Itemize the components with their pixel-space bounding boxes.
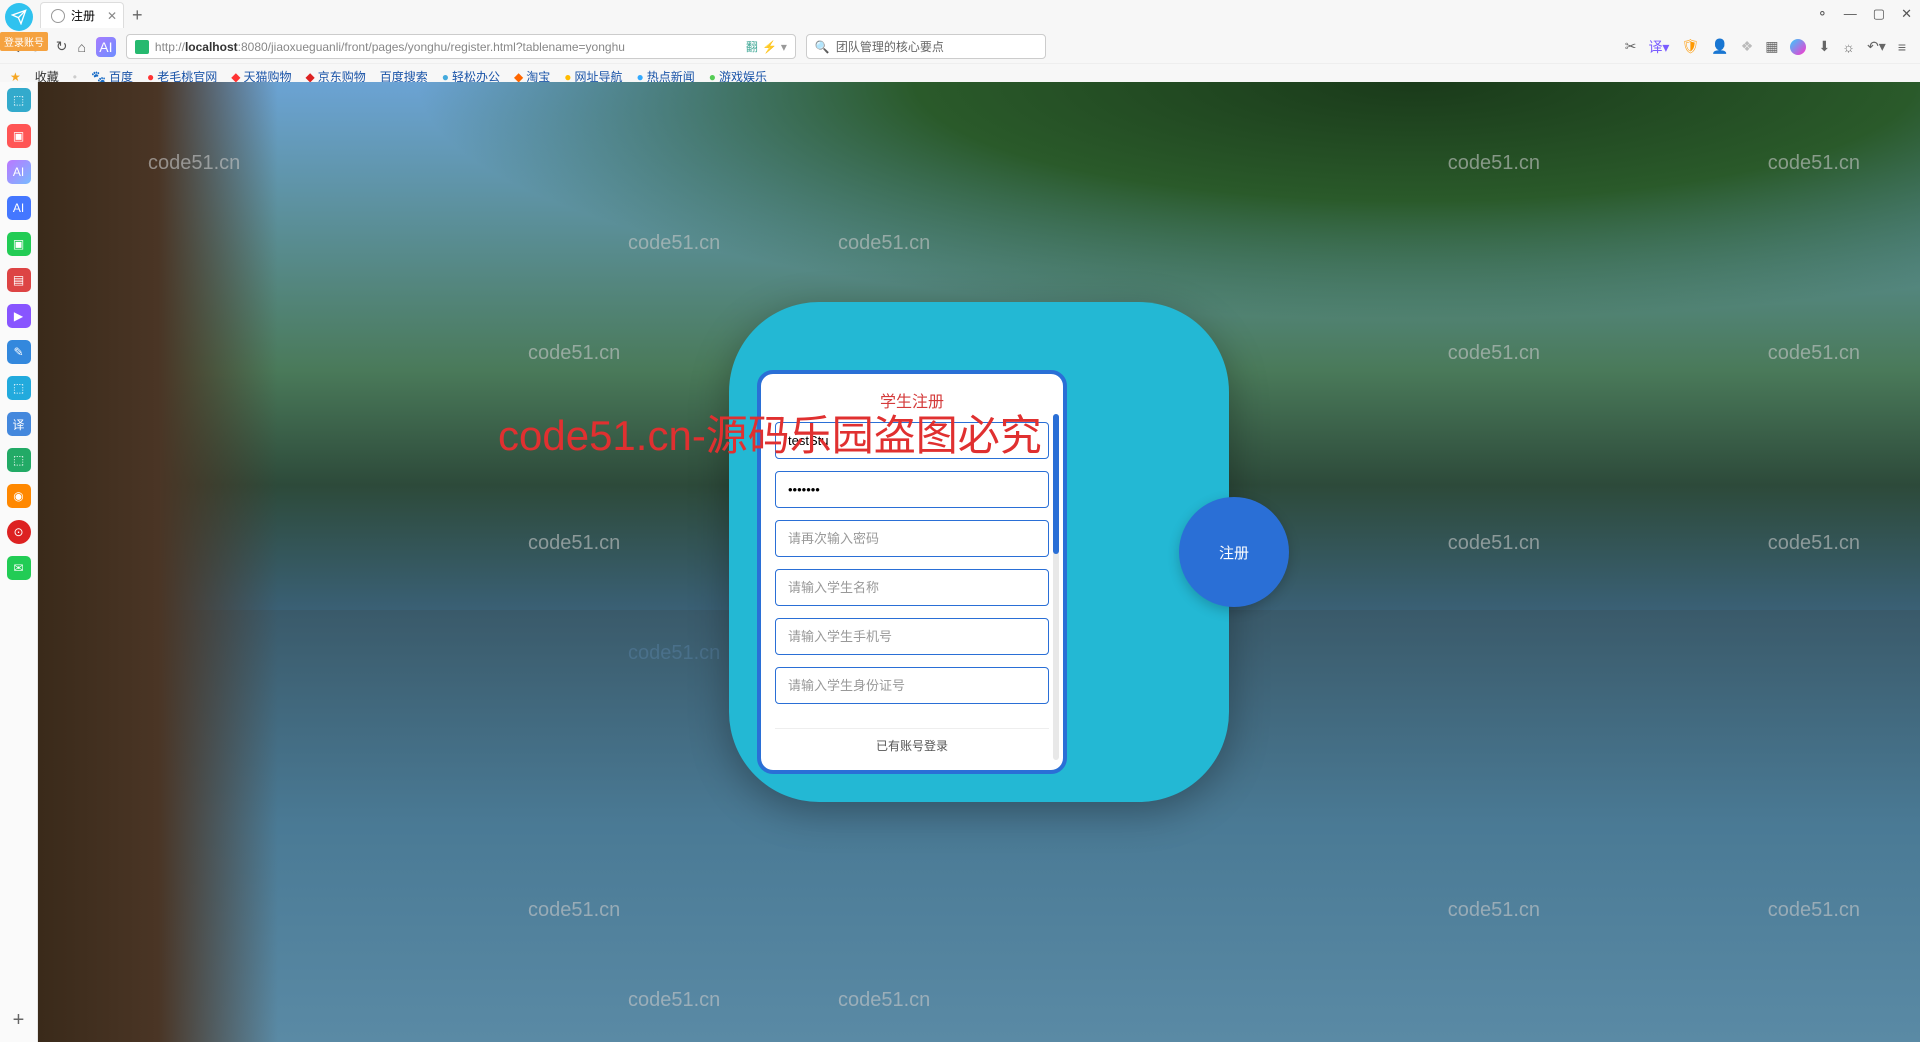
url-text: http://localhost:8080/jiaoxueguanli/fron… (155, 40, 625, 54)
tab-title: 注册 (71, 7, 95, 24)
side-icon-6[interactable]: ▤ (7, 268, 31, 292)
student-phone-input[interactable] (775, 618, 1049, 655)
browser-logo-icon (5, 3, 33, 31)
apps-icon[interactable]: ▦ (1765, 38, 1778, 55)
nav-reload-icon[interactable]: ↻ (56, 38, 68, 55)
brightness-icon[interactable]: ☼ (1842, 39, 1855, 55)
extension-icon[interactable]: ❖ (1741, 38, 1754, 55)
password-input[interactable] (775, 471, 1049, 508)
username-input[interactable] (775, 422, 1049, 459)
existing-account-link[interactable]: 已有账号登录 (775, 728, 1049, 762)
login-badge[interactable]: 登录账号 (0, 32, 48, 51)
nav-home-icon[interactable]: ⌂ (77, 39, 85, 55)
page-content: code51.cn code51.cn code51.cn code51.cn … (38, 82, 1920, 1042)
search-placeholder: 团队管理的核心要点 (836, 38, 944, 55)
side-icon-3[interactable]: AI (7, 160, 31, 184)
form-scrollbar[interactable] (1053, 414, 1059, 760)
search-icon: 🔍 (815, 40, 830, 54)
window-controls: ⚬ — ▢ ✕ (1817, 6, 1912, 22)
side-icon-10[interactable]: 译 (7, 412, 31, 436)
tab-close-icon[interactable]: ✕ (107, 9, 117, 23)
side-icon-12[interactable]: ◉ (7, 484, 31, 508)
register-form: 学生注册 已有账号登录 (757, 370, 1067, 774)
register-submit-button[interactable]: 注册 (1179, 497, 1289, 607)
side-icon-5[interactable]: ▣ (7, 232, 31, 256)
sidebar-add-icon[interactable]: + (13, 1009, 25, 1032)
side-icon-8[interactable]: ✎ (7, 340, 31, 364)
menu-icon[interactable]: ≡ (1898, 39, 1906, 55)
side-icon-4[interactable]: AI (7, 196, 31, 220)
side-icon-9[interactable]: ⬚ (7, 376, 31, 400)
window-pin-icon[interactable]: ⚬ (1817, 6, 1828, 22)
window-close-icon[interactable]: ✕ (1901, 6, 1912, 22)
user-icon[interactable]: 👤 (1711, 38, 1728, 55)
tab-add-icon[interactable]: + (132, 5, 143, 26)
scissors-icon[interactable]: ✂ (1625, 38, 1637, 55)
search-box[interactable]: 🔍 团队管理的核心要点 (806, 34, 1046, 59)
tab-favicon-icon (51, 9, 65, 23)
student-idcard-input[interactable] (775, 667, 1049, 704)
window-minimize-icon[interactable]: — (1844, 6, 1857, 22)
confirm-password-input[interactable] (775, 520, 1049, 557)
side-icon-7[interactable]: ▶ (7, 304, 31, 328)
left-sidebar: ⬚ ▣ AI AI ▣ ▤ ▶ ✎ ⬚ 译 ⬚ ◉ ⊙ ✉ + (0, 82, 38, 1042)
undo-icon[interactable]: ↶▾ (1867, 38, 1886, 55)
security-icon[interactable]: 🛡 (1681, 38, 1699, 55)
url-dropdown-icon[interactable]: ▾ (781, 40, 787, 54)
browser-tab[interactable]: 注册 ✕ (40, 2, 124, 28)
url-box[interactable]: http://localhost:8080/jiaoxueguanli/fron… (126, 34, 796, 59)
download-icon[interactable]: ⬇ (1818, 38, 1830, 55)
register-card: 学生注册 已有账号登录 注册 (729, 302, 1229, 802)
side-icon-weibo[interactable]: ⊙ (7, 520, 31, 544)
url-shield-icon (135, 40, 149, 54)
flash-icon[interactable]: ⚡ (762, 40, 777, 54)
window-maximize-icon[interactable]: ▢ (1873, 6, 1885, 22)
side-icon-2[interactable]: ▣ (7, 124, 31, 148)
circle-tool-icon[interactable] (1790, 39, 1806, 55)
side-icon-mail[interactable]: ✉ (7, 556, 31, 580)
translate-icon[interactable]: 翻 (746, 38, 758, 55)
side-icon-1[interactable]: ⬚ (7, 88, 31, 112)
side-icon-11[interactable]: ⬚ (7, 448, 31, 472)
ai-badge-icon[interactable]: AI (96, 37, 116, 57)
translate-tool-icon[interactable]: 译▾ (1648, 37, 1669, 57)
form-title: 学生注册 (775, 388, 1049, 412)
student-name-input[interactable] (775, 569, 1049, 606)
